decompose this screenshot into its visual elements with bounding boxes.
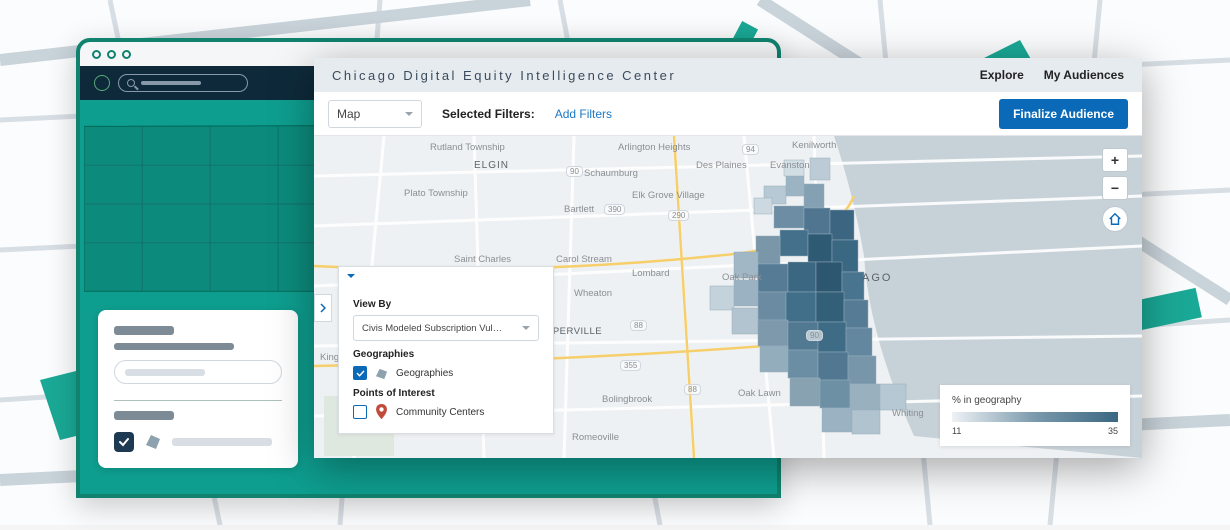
browser-search-pill: [118, 74, 248, 92]
view-type-select[interactable]: Map: [328, 100, 422, 128]
panel-toggle-button[interactable]: [314, 294, 332, 322]
geographies-label: Geographies: [353, 349, 539, 360]
road-shield-90b: 90: [806, 330, 823, 341]
geography-icon: [144, 433, 162, 451]
road-shield-355: 355: [620, 360, 641, 371]
caret-down-icon: [405, 112, 413, 116]
geography-shape-icon: [375, 367, 388, 380]
map-control-panel: View By Civis Modeled Subscription Vul… …: [338, 266, 554, 434]
legend-max: 35: [1108, 426, 1118, 436]
app-window: Chicago Digital Equity Intelligence Cent…: [314, 58, 1142, 458]
checkbox-icon: [114, 432, 134, 452]
road-shield-94: 94: [742, 144, 759, 155]
chevron-right-icon: [320, 303, 326, 313]
road-shield-290: 290: [668, 210, 689, 221]
nav-my-audiences[interactable]: My Audiences: [1044, 68, 1124, 82]
view-type-value: Map: [337, 107, 360, 121]
zoom-in-button[interactable]: +: [1102, 148, 1128, 172]
geographies-checkbox[interactable]: [353, 366, 367, 380]
zoom-home-button[interactable]: [1102, 206, 1128, 232]
road-shield-390: 390: [604, 204, 625, 215]
view-by-value: Civis Modeled Subscription Vul…: [362, 323, 502, 334]
view-by-label: View By: [353, 299, 539, 310]
legend-min: 11: [952, 426, 961, 436]
nav-explore[interactable]: Explore: [980, 68, 1024, 82]
community-centers-label: Community Centers: [396, 407, 484, 418]
map-canvas[interactable]: ELGIN Rutland Township Plato Township Sa…: [314, 136, 1142, 458]
pin-icon: [375, 406, 388, 419]
app-header: Chicago Digital Equity Intelligence Cent…: [314, 58, 1142, 92]
road-shield-88a: 88: [630, 320, 647, 331]
add-filters-link[interactable]: Add Filters: [555, 107, 612, 121]
poi-label: Points of Interest: [353, 388, 539, 399]
view-by-select[interactable]: Civis Modeled Subscription Vul…: [353, 315, 539, 341]
finalize-audience-button[interactable]: Finalize Audience: [999, 99, 1128, 129]
legend-title: % in geography: [952, 395, 1118, 406]
sidebar-card-placeholder: [98, 310, 298, 468]
road-shield-90a: 90: [566, 166, 583, 177]
road-shield-88b: 88: [684, 384, 701, 395]
filter-bar: Map Selected Filters: Add Filters Finali…: [314, 92, 1142, 136]
zoom-out-button[interactable]: −: [1102, 176, 1128, 200]
app-title: Chicago Digital Equity Intelligence Cent…: [332, 68, 676, 83]
geographies-option-label: Geographies: [396, 368, 453, 379]
legend-gradient: [952, 412, 1118, 422]
home-icon: [1108, 212, 1122, 226]
community-centers-checkbox[interactable]: [353, 405, 367, 419]
map-legend: % in geography 11 35: [940, 385, 1130, 446]
caret-down-icon: [347, 274, 355, 278]
caret-down-icon: [522, 326, 530, 330]
zoom-controls: + −: [1102, 148, 1128, 232]
panel-collapse-toggle[interactable]: [339, 267, 553, 285]
selected-filters-label: Selected Filters:: [442, 107, 535, 121]
